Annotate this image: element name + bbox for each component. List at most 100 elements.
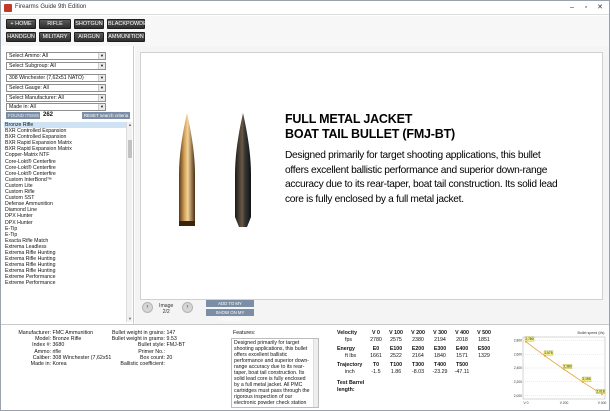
heading-line-1: FULL METAL JACKET: [285, 112, 413, 126]
velocity-unit: fps: [345, 337, 353, 343]
caliber-select[interactable]: 308 Winchester (7,62x51 NATO) ▼: [6, 74, 106, 82]
scroll-thumb[interactable]: [128, 140, 132, 158]
subgroup-select[interactable]: Select Subgroup: All ▼: [6, 62, 106, 70]
blackpowder-button[interactable]: BLACKPOWDER: [107, 19, 151, 29]
energy-value: 1571: [456, 353, 468, 359]
bullet-style-value: FMJ-BT: [166, 342, 186, 349]
found-items-label: FOUND ITEMS: [6, 112, 40, 119]
manufacturer-select-value: Select Manufacturer: All: [9, 95, 64, 101]
bullet-details: Bullet weight in grains: 147 Bullet weig…: [109, 330, 186, 368]
search-sidebar: Select Ammo: All ▼ Select Subgroup: All ▼ …: [1, 46, 134, 324]
reset-search-button[interactable]: RESET search criteria: [82, 112, 130, 119]
velocity-value: 2194: [434, 337, 446, 343]
made-in-select[interactable]: Made in: All ▼: [6, 103, 106, 111]
subgroup-select-value: Select Subgroup: All: [9, 63, 56, 69]
caliber-select-value: 308 Winchester (7,62x51 NATO): [9, 75, 84, 81]
chart-x-tick-label: V 200: [560, 401, 569, 405]
chart-y-tick-label: 2,400: [514, 366, 522, 370]
ammunition-button[interactable]: AMMUNITION: [107, 32, 145, 42]
chart-data-label: 2,780: [526, 337, 534, 341]
ammo-list: Bronze Rifle BXR Controlled Expansion BXR …: [4, 122, 126, 322]
model-value: Bronze Rifle: [52, 336, 82, 343]
main-content: FULL METAL JACKET BOAT TAIL BULLET (FMJ-…: [135, 46, 609, 324]
trajectory-col-header: T300: [411, 362, 425, 368]
shotgun-button[interactable]: SHOTGUN: [74, 19, 104, 29]
image-counter: Image 2/2: [159, 303, 173, 315]
energy-value: 1329: [478, 353, 490, 359]
weight-grains-value: 147: [166, 330, 176, 336]
trajectory-value: -8.03: [411, 369, 425, 375]
add-to-favorites-button[interactable]: ADD TO MY FAVORITES: [206, 300, 254, 313]
chevron-down-icon: ▼: [98, 53, 105, 59]
minimize-icon[interactable]: –: [565, 2, 579, 13]
ammo-select-value: Select Ammo: All: [9, 53, 48, 59]
gauge-select-value: Select Gauge: All: [9, 85, 49, 91]
trajectory-value: -1.5: [371, 369, 381, 375]
energy-col-header: E200: [411, 346, 425, 352]
gauge-select[interactable]: Select Gauge: All ▼: [6, 84, 106, 92]
chart-y-tick-label: 2,800: [514, 339, 522, 343]
maximize-icon[interactable]: ▫: [579, 2, 593, 13]
trajectory-col-header: T0: [372, 362, 380, 368]
ammo-list-scrollbar[interactable]: ▲ ▼: [126, 122, 132, 322]
chevron-down-icon: ▼: [98, 104, 105, 110]
trajectory-value: -23.29: [432, 369, 448, 375]
chart-y-tick-label: 2,200: [514, 380, 522, 384]
ammo-list-item[interactable]: Extreme Performance: [4, 280, 126, 286]
velocity-value: 2380: [412, 337, 424, 343]
energy-unit: ft lbs: [345, 353, 357, 359]
show-favorites-button[interactable]: SHOW ON MY FAVORITES: [206, 309, 254, 322]
energy-label: Energy: [337, 346, 355, 352]
velocity-col-header: V 200: [411, 330, 425, 336]
trajectory-label: Trajectory: [337, 362, 363, 368]
app-icon: [4, 4, 12, 12]
found-items-row: FOUND ITEMS 262 RESET search criteria: [6, 112, 130, 120]
image-index: 2/2: [162, 309, 170, 315]
energy-col-header: E0: [372, 346, 380, 352]
previous-image-button[interactable]: ‹: [142, 302, 153, 313]
velocity-value: 1851: [478, 337, 490, 343]
energy-value: 1840: [434, 353, 446, 359]
scroll-up-icon[interactable]: ▲: [127, 122, 133, 128]
energy-value: 2522: [390, 353, 402, 359]
scroll-down-icon[interactable]: ▼: [127, 316, 133, 322]
chart-data-label: 2,194: [583, 377, 591, 381]
title-bar: Firearms Guide 9th Edition – ▫ ✕: [1, 1, 609, 15]
made-in-select-value: Made in: All: [9, 104, 36, 110]
velocity-col-header: V 500: [477, 330, 491, 336]
velocity-col-header: V 100: [389, 330, 403, 336]
handgun-button[interactable]: HANDGUN: [6, 32, 36, 42]
bullet-cartridge-image: [179, 113, 195, 226]
energy-col-header: E500: [477, 346, 491, 352]
bullet-speed-chart: Bullet speed (f/s) 2,800 2,600 2,400 2,200 2,…: [514, 331, 607, 405]
chart-data-label: 2,575: [545, 351, 553, 355]
chevron-down-icon: ▼: [98, 85, 105, 91]
velocity-label: Velocity: [337, 330, 358, 336]
chevron-down-icon: ▼: [98, 63, 105, 69]
manufacturer-select[interactable]: Select Manufacturer: All ▼: [6, 94, 106, 102]
features-textbox[interactable]: Designed primarily for target shooting a…: [231, 338, 319, 408]
next-image-button[interactable]: ›: [182, 302, 193, 313]
features-label: Features:: [233, 330, 256, 336]
military-button[interactable]: MILITARY: [39, 32, 71, 42]
chart-x-tick-label: V 0: [524, 401, 529, 405]
made-in-key: Made in:: [30, 361, 51, 368]
home-button[interactable]: + HOME: [6, 19, 36, 29]
test-barrel-label: Test Barrel: [337, 380, 365, 386]
ballistic-coefficient-key: Ballistic coefficient:: [120, 361, 165, 368]
chevron-down-icon: ▼: [98, 95, 105, 101]
trajectory-col-header: T100: [389, 362, 403, 368]
velocity-col-header: V 300: [433, 330, 447, 336]
chart-y-tick-label: 2,000: [514, 394, 522, 398]
rifle-button[interactable]: RIFLE: [39, 19, 71, 29]
features-scrollbar[interactable]: [313, 339, 318, 407]
ammo-select[interactable]: Select Ammo: All ▼: [6, 52, 106, 60]
airgun-button[interactable]: AIRGUN: [74, 32, 104, 42]
product-image-panel: FULL METAL JACKET BOAT TAIL BULLET (FMJ-…: [140, 52, 603, 300]
box-count-value: 20: [166, 354, 173, 361]
close-icon[interactable]: ✕: [593, 2, 607, 13]
main-toolbar: + HOME RIFLE SHOTGUN BLACKPOWDER HANDGUN…: [1, 16, 609, 46]
chart-data-label: 2,380: [564, 364, 572, 368]
chevron-down-icon: ▼: [98, 75, 105, 81]
trajectory-col-header: T400: [433, 362, 447, 368]
